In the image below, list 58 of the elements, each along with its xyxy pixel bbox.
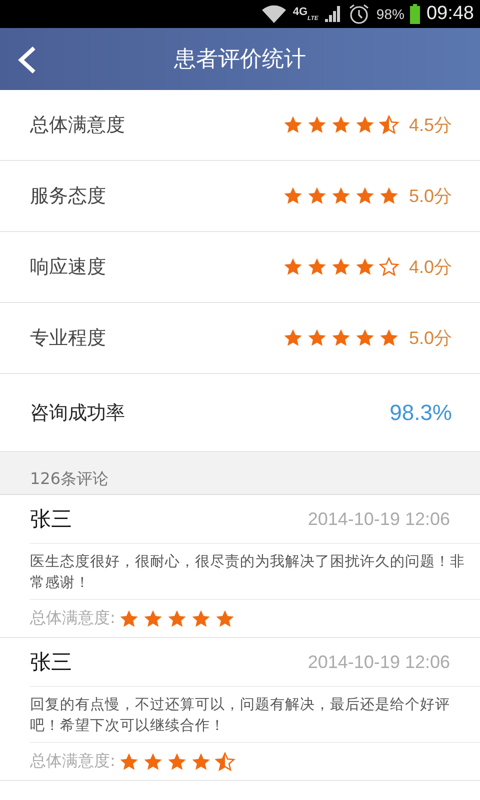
rating-score: 4.5分 [408, 114, 452, 137]
empty-star-icon [378, 257, 399, 277]
clock-time: 09:48 [426, 3, 474, 25]
star-icon [167, 752, 188, 772]
rating-score: 4.0分 [408, 256, 452, 279]
half-star-icon [378, 115, 399, 135]
star-icon [143, 752, 164, 772]
star-icon [306, 257, 327, 277]
rating-label: 总体满意度 [30, 113, 126, 138]
star-icon [354, 115, 375, 135]
battery-icon [410, 4, 420, 24]
star-icon [354, 328, 375, 348]
review-comment: 医生态度很好，很耐心，很尽责的为我解决了困扰许久的问题！非常感谢！ [30, 544, 480, 600]
battery-percent: 98% [376, 6, 404, 22]
rating-label: 专业程度 [30, 326, 107, 351]
star-icon [306, 115, 327, 135]
star-icon [282, 257, 303, 277]
star-icon [143, 608, 164, 628]
review-rating-label: 总体满意度: [30, 751, 116, 772]
rating-score: 5.0分 [408, 327, 452, 350]
review-time: 2014-10-19 12:06 [308, 508, 450, 530]
star-icon [191, 608, 212, 628]
star-icon [282, 328, 303, 348]
back-icon[interactable] [16, 45, 38, 75]
star-icon [330, 115, 351, 135]
reviewer-name: 张三 [30, 506, 73, 533]
half-star-icon [215, 752, 236, 772]
reviewer-name: 张三 [30, 649, 73, 676]
star-icon [119, 752, 140, 772]
star-icon [378, 186, 399, 206]
success-rate-label: 咨询成功率 [30, 400, 126, 426]
review-comment: 回复的有点慢，不过还算可以，问题有解决，最后还是给个好评吧！希望下次可以继续合作！ [30, 687, 480, 743]
reviews-count-header: 126条评论 [0, 451, 480, 495]
star-icon [167, 608, 188, 628]
success-rate-value: 98.3% [390, 400, 452, 426]
star-icon [282, 186, 303, 206]
star-icon [306, 186, 327, 206]
star-icon [354, 257, 375, 277]
star-icon [330, 186, 351, 206]
network-label: 4G [292, 6, 308, 18]
star-icon [330, 328, 351, 348]
rating-label: 响应速度 [30, 255, 107, 280]
signal-icon [324, 5, 342, 23]
alarm-clock-icon [348, 3, 370, 25]
star-icon [215, 608, 236, 628]
star-icon [378, 328, 399, 348]
star-icon [119, 608, 140, 628]
rating-score: 5.0分 [408, 185, 452, 208]
review-time: 2014-10-19 12:06 [308, 652, 450, 672]
review-rating-label: 总体满意度: [30, 608, 116, 629]
page-title: 患者评价统计 [173, 46, 307, 74]
rating-label: 服务态度 [30, 184, 107, 209]
wifi-icon [260, 4, 287, 24]
star-icon [191, 752, 212, 772]
star-icon [306, 328, 327, 348]
star-icon [330, 257, 351, 277]
star-icon [354, 186, 375, 206]
star-icon [282, 115, 303, 135]
